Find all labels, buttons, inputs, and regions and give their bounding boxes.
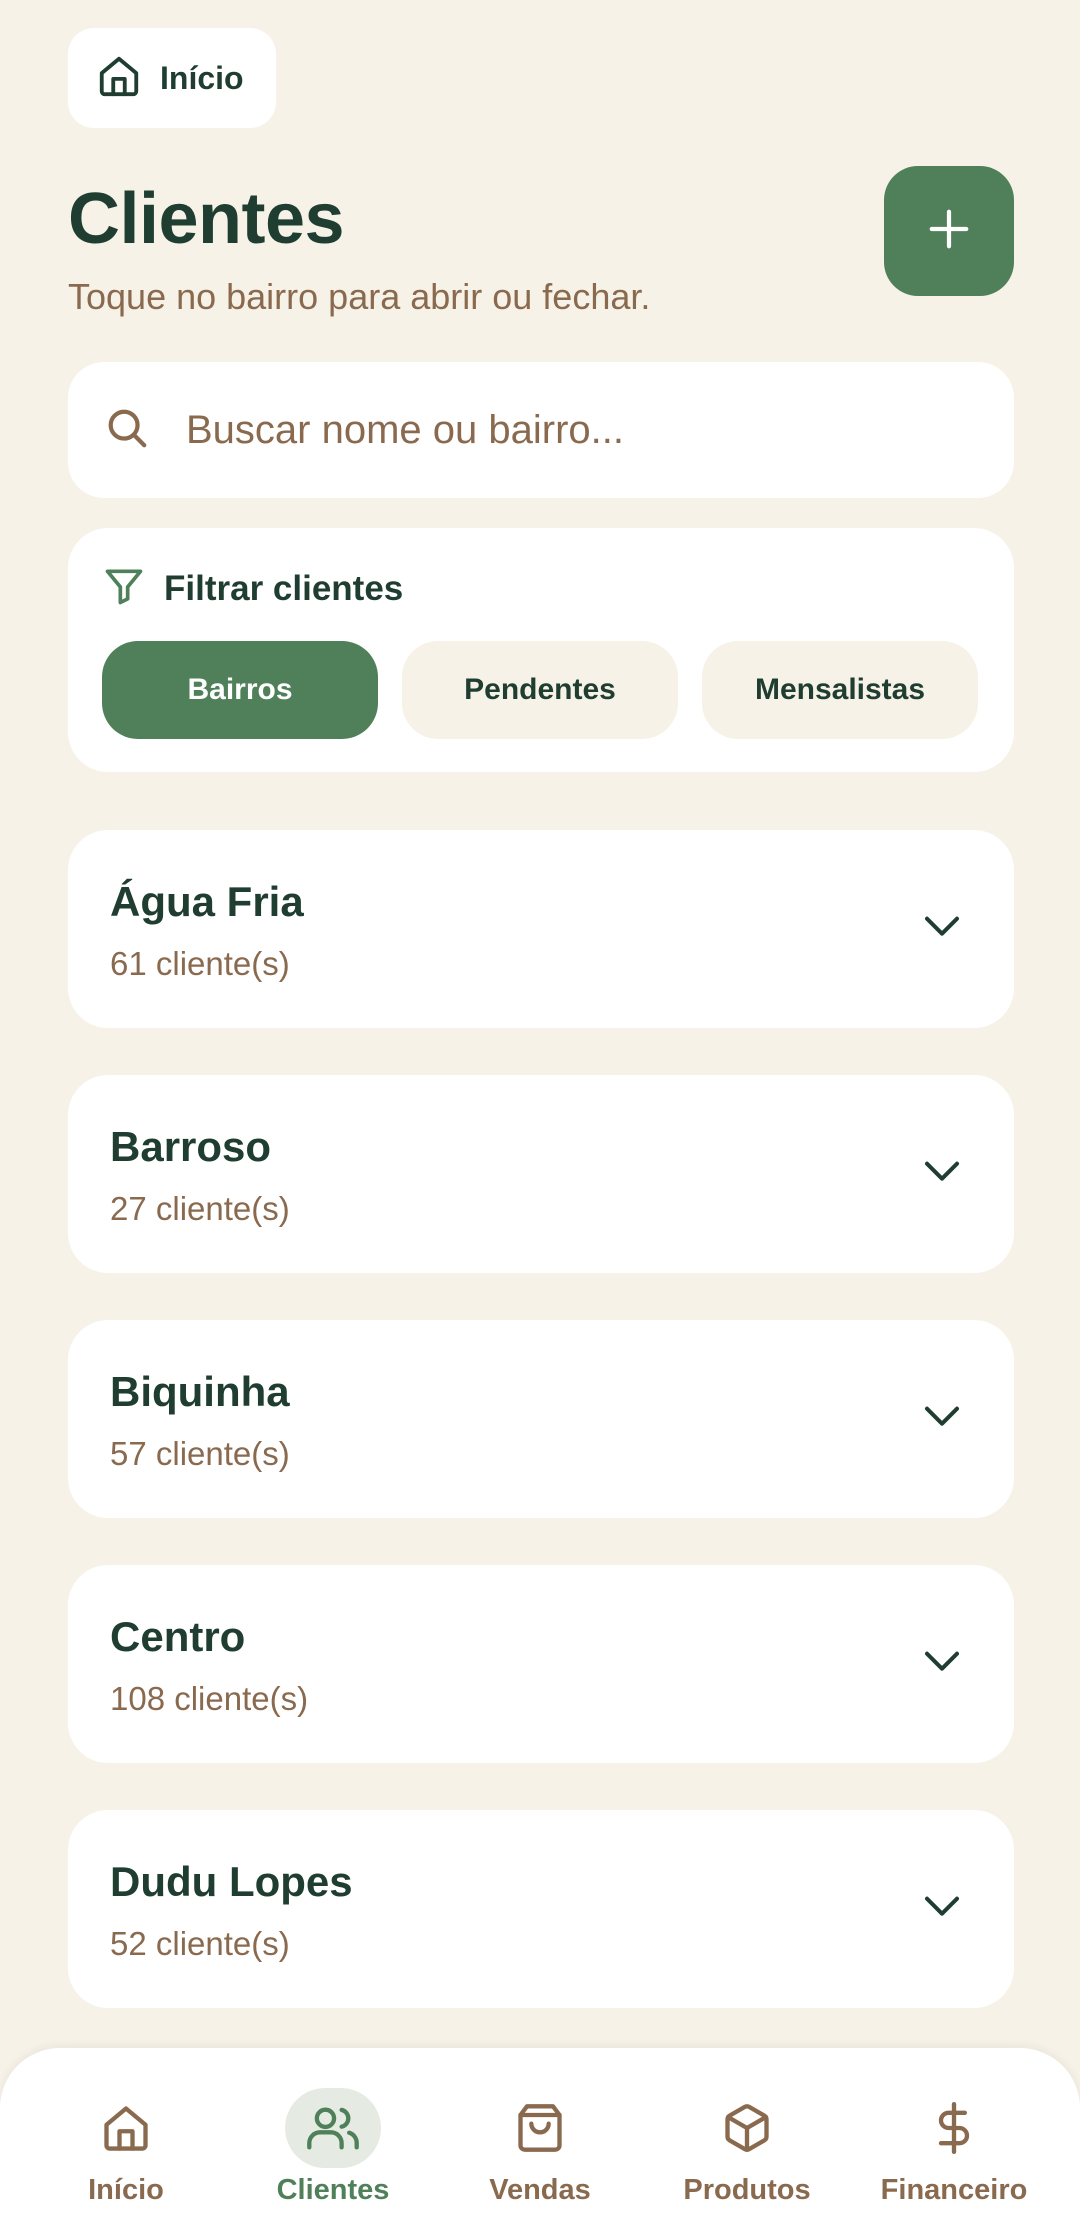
filter-option-mensalistas[interactable]: Mensalistas (702, 641, 978, 739)
nav-item-inicio[interactable]: Início (26, 2088, 226, 2207)
filter-header: Filtrar clientes (102, 564, 403, 613)
chevron-down-icon[interactable] (922, 1157, 962, 1192)
neighborhood-card[interactable]: Centro 108 cliente(s) (68, 1565, 1014, 1763)
filter-options: Bairros Pendentes Mensalistas (102, 641, 978, 739)
filter-option-bairros[interactable]: Bairros (102, 641, 378, 739)
nav-item-produtos[interactable]: Produtos (647, 2088, 847, 2207)
neighborhood-name: Água Fria (110, 878, 304, 925)
home-button-label: Início (160, 59, 244, 96)
bottom-navigation: Início Clientes Vendas Produtos Financei… (0, 2048, 1080, 2219)
search-icon (104, 405, 150, 456)
neighborhood-count: 108 cliente(s) (110, 1680, 309, 1717)
search-input[interactable] (186, 407, 946, 453)
neighborhood-name: Biquinha (110, 1368, 290, 1415)
neighborhood-card[interactable]: Biquinha 57 cliente(s) (68, 1320, 1014, 1518)
neighborhood-list: Água Fria 61 cliente(s) Barroso 27 clien… (68, 830, 1014, 2055)
neighborhood-count: 61 cliente(s) (110, 945, 290, 982)
add-client-button[interactable] (884, 166, 1014, 296)
nav-item-clientes[interactable]: Clientes (233, 2088, 433, 2207)
nav-item-label: Início (88, 2174, 164, 2206)
neighborhood-card[interactable]: Água Fria 61 cliente(s) (68, 830, 1014, 1028)
page-subtitle: Toque no bairro para abrir ou fechar. (68, 276, 651, 317)
box-icon (699, 2088, 795, 2168)
nav-item-financeiro[interactable]: Financeiro (854, 2088, 1054, 2207)
chevron-down-icon[interactable] (922, 1647, 962, 1682)
nav-item-label: Produtos (683, 2174, 811, 2206)
chevron-down-icon[interactable] (922, 1402, 962, 1437)
home-icon (96, 53, 142, 104)
neighborhood-name: Dudu Lopes (110, 1858, 353, 1905)
search-bar[interactable] (68, 362, 1014, 498)
filter-title: Filtrar clientes (164, 568, 404, 608)
neighborhood-card[interactable]: Dudu Lopes 52 cliente(s) (68, 1810, 1014, 2008)
nav-item-label: Vendas (489, 2174, 591, 2206)
chevron-down-icon[interactable] (922, 912, 962, 947)
plus-icon (926, 206, 972, 257)
clients-screen: Início Clientes Toque no bairro para abr… (0, 0, 1080, 2219)
neighborhood-count: 57 cliente(s) (110, 1435, 290, 1472)
neighborhood-name: Barroso (110, 1123, 272, 1170)
chevron-down-icon[interactable] (922, 1892, 962, 1927)
filter-card: Filtrar clientes Bairros Pendentes Mensa… (68, 528, 1014, 772)
neighborhood-card[interactable]: Barroso 27 cliente(s) (68, 1075, 1014, 1273)
filter-icon (102, 564, 146, 613)
neighborhood-count: 27 cliente(s) (110, 1190, 290, 1227)
home-button[interactable]: Início (68, 28, 276, 128)
neighborhood-count: 52 cliente(s) (110, 1925, 290, 1962)
dollar-icon (906, 2088, 1002, 2168)
shopping-bag-icon (492, 2088, 588, 2168)
nav-item-label: Clientes (276, 2174, 390, 2206)
nav-item-vendas[interactable]: Vendas (440, 2088, 640, 2207)
users-icon (285, 2088, 381, 2168)
nav-item-label: Financeiro (880, 2174, 1028, 2206)
neighborhood-name: Centro (110, 1613, 246, 1660)
page-title: Clientes (68, 179, 345, 259)
home-icon (78, 2088, 174, 2168)
filter-option-pendentes[interactable]: Pendentes (402, 641, 678, 739)
